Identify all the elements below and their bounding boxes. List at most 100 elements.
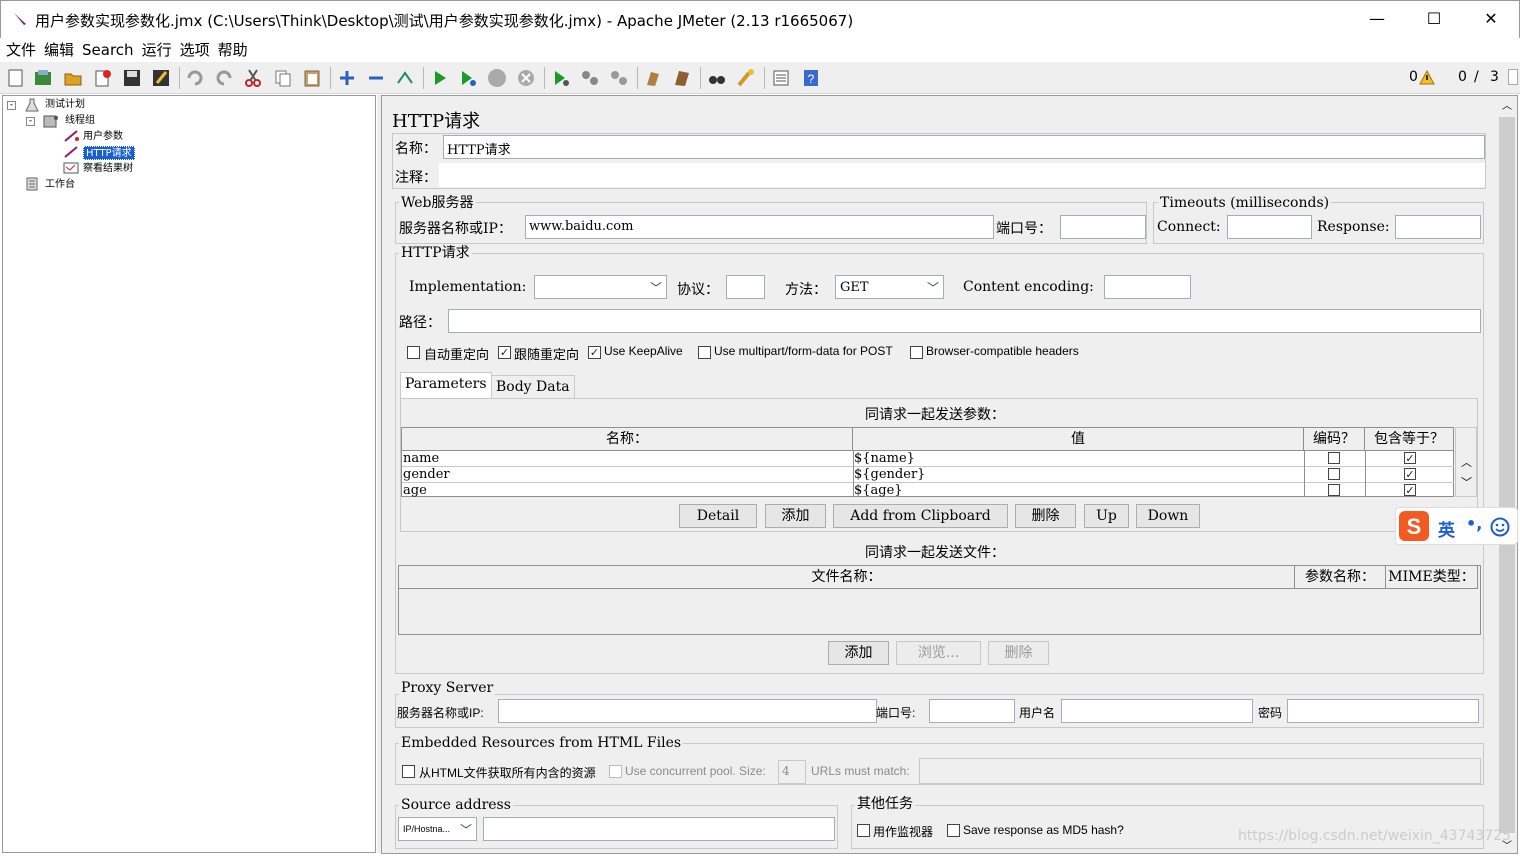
shutdown-icon[interactable] [516, 68, 536, 88]
add-file-button[interactable]: 添加 [828, 641, 889, 665]
tree-item-user-params[interactable]: 用户参数 [83, 130, 123, 144]
browse-button[interactable]: 浏览... [896, 641, 981, 665]
main-scrollbar[interactable]: ︿ ﹀ [1497, 97, 1517, 852]
clear-all-icon[interactable] [672, 68, 692, 88]
port-field[interactable] [1060, 215, 1146, 239]
tree-item-result-tree[interactable]: 察看结果树 [83, 162, 133, 176]
tab-parameters[interactable]: Parameters [400, 372, 492, 399]
chevron-down-icon[interactable]: ﹀ [1461, 474, 1472, 490]
start-no-pauses-icon[interactable] [458, 68, 478, 88]
remote-start-icon[interactable] [551, 68, 571, 88]
tree-item-http-request[interactable]: HTTP请求 [83, 146, 135, 160]
maximize-button[interactable]: ☐ [1411, 5, 1457, 33]
connect-timeout-field[interactable] [1227, 215, 1312, 239]
menu-run[interactable]: 运行 [140, 38, 174, 62]
content-encoding-field[interactable] [1104, 275, 1191, 299]
down-button[interactable]: Down [1136, 504, 1200, 528]
chevron-up-icon[interactable]: ︿ [1461, 454, 1472, 470]
toolbar-scroll[interactable] [1508, 69, 1518, 85]
stop-icon[interactable] [487, 68, 507, 88]
concurrent-pool-checkbox[interactable] [609, 765, 622, 778]
proxy-user-field[interactable] [1061, 699, 1253, 723]
collapse-toggle[interactable]: - [7, 101, 16, 110]
close-file-icon[interactable] [93, 68, 113, 88]
browser-headers-checkbox[interactable] [910, 346, 923, 359]
collapse-toggle[interactable]: - [26, 117, 35, 126]
proxy-port-field[interactable] [929, 699, 1015, 723]
ime-toolbar[interactable]: S 英 •, [1395, 507, 1518, 545]
cut-icon[interactable] [243, 68, 263, 88]
tab-body-data[interactable]: Body Data [491, 375, 575, 398]
delete-param-button[interactable]: 删除 [1015, 504, 1076, 528]
reset-search-icon[interactable] [736, 68, 756, 88]
proxy-server-field[interactable] [498, 699, 877, 723]
warning-icon[interactable] [1419, 70, 1435, 85]
help-icon[interactable]: ? [801, 68, 821, 88]
tree-item-thread-group[interactable]: 线程组 [65, 114, 95, 128]
start-icon[interactable] [430, 68, 450, 88]
fetch-embedded-checkbox[interactable] [402, 765, 415, 778]
source-address-field[interactable] [483, 817, 835, 841]
menu-options[interactable]: 选项 [178, 38, 212, 62]
tree-item-workbench[interactable]: 工作台 [45, 178, 75, 192]
smiley-icon[interactable] [1490, 517, 1510, 537]
urls-match-field[interactable] [919, 758, 1481, 784]
col-header-include-equals[interactable]: 包含等于？ [1365, 428, 1454, 451]
copy-icon[interactable] [273, 68, 293, 88]
templates-icon[interactable] [33, 68, 53, 88]
param-name-cell[interactable]: gender [403, 467, 450, 482]
param-value-cell[interactable]: ${age} [854, 483, 903, 498]
param-name-cell[interactable]: name [403, 451, 439, 466]
include-equals-checkbox[interactable]: ✓ [1404, 452, 1416, 464]
expand-icon[interactable] [337, 68, 357, 88]
pool-size-field[interactable]: 4 [778, 760, 806, 784]
close-button[interactable]: ✕ [1468, 5, 1514, 33]
source-type-select[interactable]: IP/Hostna... ﹀ [398, 817, 477, 841]
multipart-checkbox[interactable] [698, 346, 711, 359]
param-value-cell[interactable]: ${gender} [854, 467, 925, 482]
remote-exit-icon[interactable] [609, 68, 629, 88]
paste-icon[interactable] [302, 68, 322, 88]
protocol-field[interactable] [726, 275, 765, 299]
new-icon[interactable] [6, 68, 26, 88]
add-from-clipboard-button[interactable]: Add from Clipboard [833, 504, 1008, 528]
up-button[interactable]: Up [1084, 504, 1129, 528]
menu-help[interactable]: 帮助 [216, 38, 250, 62]
implementation-select[interactable]: ﹀ [534, 275, 667, 299]
follow-redirect-checkbox[interactable]: ✓ [498, 346, 511, 359]
save-icon[interactable] [122, 68, 142, 88]
table-row[interactable] [402, 467, 1454, 483]
menu-file[interactable]: 文件 [4, 38, 38, 62]
redo-icon[interactable] [214, 68, 234, 88]
function-helper-icon[interactable] [771, 68, 791, 88]
comment-field[interactable] [439, 163, 1485, 187]
include-equals-checkbox[interactable]: ✓ [1404, 484, 1416, 496]
param-value-cell[interactable]: ${name} [854, 451, 915, 466]
md5-hash-checkbox[interactable] [947, 824, 960, 837]
tree-item-test-plan[interactable]: 测试计划 [45, 98, 85, 112]
undo-icon[interactable] [185, 68, 205, 88]
toggle-icon[interactable] [395, 68, 415, 88]
method-select[interactable]: GET ﹀ [835, 275, 944, 299]
param-name-cell[interactable]: age [403, 483, 427, 498]
table-row[interactable] [402, 451, 1454, 467]
clear-icon[interactable] [643, 68, 663, 88]
use-as-monitor-checkbox[interactable] [857, 824, 870, 837]
col-header-encode[interactable]: 编码？ [1304, 428, 1365, 451]
include-equals-checkbox[interactable]: ✓ [1404, 468, 1416, 480]
menu-edit[interactable]: 编辑 [42, 38, 76, 62]
scrollbar-thumb[interactable] [1499, 117, 1515, 833]
search-icon[interactable] [707, 68, 727, 88]
encode-checkbox[interactable] [1328, 452, 1340, 464]
encode-checkbox[interactable] [1328, 484, 1340, 496]
proxy-password-field[interactable] [1287, 699, 1479, 723]
encode-checkbox[interactable] [1328, 468, 1340, 480]
chevron-up-icon[interactable]: ︿ [1502, 97, 1512, 112]
save-as-icon[interactable] [151, 68, 171, 88]
server-name-field[interactable]: www.baidu.com [525, 215, 994, 239]
auto-redirect-checkbox[interactable] [407, 346, 420, 359]
name-field[interactable]: HTTP请求 [443, 135, 1485, 159]
open-icon[interactable] [63, 68, 83, 88]
response-timeout-field[interactable] [1395, 215, 1481, 239]
collapse-icon[interactable] [366, 68, 386, 88]
